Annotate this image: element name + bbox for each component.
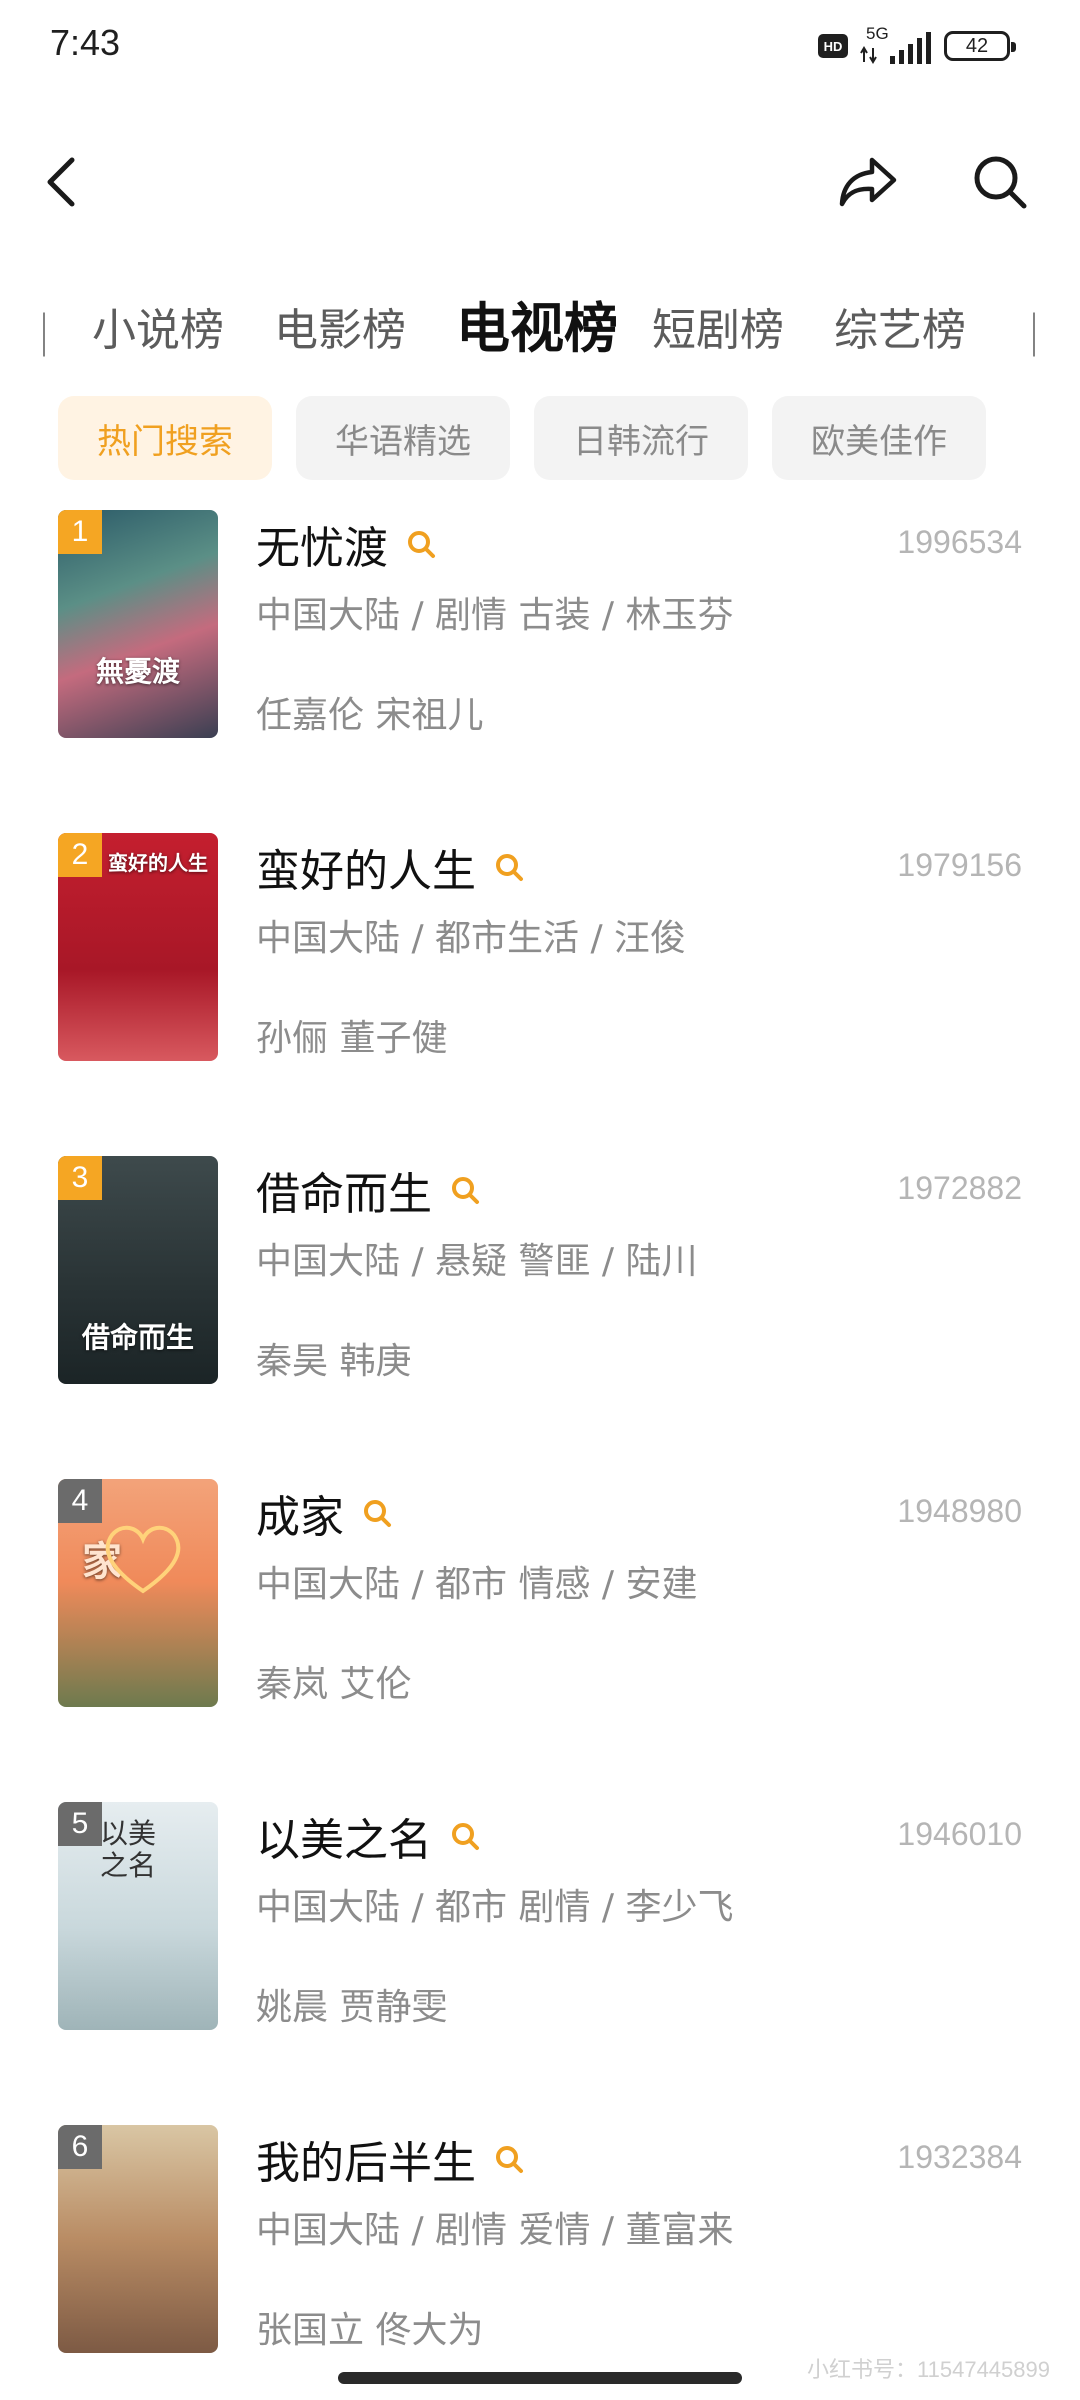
heat-score: 1996534	[897, 524, 1022, 560]
show-cast: 任嘉伦 宋祖儿	[256, 695, 484, 736]
poster-title: 以美之名	[99, 1817, 156, 1882]
back-button[interactable]	[30, 150, 94, 214]
status-bar: 7:43 HD 5G 42	[0, 0, 1080, 100]
show-title[interactable]: 借命而生	[256, 1158, 432, 1222]
poster-image[interactable]: 1 無憂渡	[58, 510, 218, 738]
tab-tv[interactable]: 电视榜	[456, 284, 618, 363]
list-item[interactable]: 4 家 成家 1948980 中国大陆 / 都市 情感 / 安建 秦岚 艾伦	[0, 1479, 1080, 1802]
poster-image[interactable]: 3 借命而生	[58, 1156, 218, 1384]
chip-japan-korea[interactable]: 日韩流行	[534, 396, 748, 480]
search-icon[interactable]	[494, 852, 524, 882]
rank-badge: 6	[58, 2125, 102, 2169]
title-row: 成家	[256, 1481, 392, 1545]
status-icons: HD 5G 42	[818, 24, 1016, 66]
search-icon[interactable]	[450, 1821, 480, 1851]
show-cast: 秦岚 艾伦	[256, 1664, 412, 1705]
rank-badge: 1	[58, 510, 102, 554]
heat-score: 1972882	[897, 1170, 1022, 1206]
tab-novels[interactable]: 小说榜	[92, 294, 224, 358]
show-meta: 中国大陆 / 剧情 爱情 / 董富来	[256, 2210, 734, 2251]
list-item[interactable]: 5 以美之名 以美之名 1946010 中国大陆 / 都市 剧情 / 李少飞 姚…	[0, 1802, 1080, 2125]
heat-score: 1932384	[897, 2139, 1022, 2175]
battery-icon: 42	[944, 31, 1016, 61]
title-row: 无忧渡	[256, 512, 436, 576]
share-icon	[839, 157, 897, 207]
search-icon[interactable]	[406, 529, 436, 559]
show-meta: 中国大陆 / 都市 情感 / 安建	[256, 1564, 698, 1605]
tab-short-drama[interactable]: 短剧榜	[652, 294, 784, 358]
rank-badge: 3	[58, 1156, 102, 1200]
rank-badge: 4	[58, 1479, 102, 1523]
show-title[interactable]: 无忧渡	[256, 512, 388, 576]
chip-western[interactable]: 欧美佳作	[772, 396, 986, 480]
chevron-left-icon	[47, 157, 75, 207]
home-indicator[interactable]	[338, 2372, 742, 2384]
share-button[interactable]	[836, 150, 900, 214]
poster-image[interactable]: 4 家	[58, 1479, 218, 1707]
title-row: 蛮好的人生	[256, 835, 524, 899]
search-icon[interactable]	[362, 1498, 392, 1528]
list-item[interactable]: 3 借命而生 借命而生 1972882 中国大陆 / 悬疑 警匪 / 陆川 秦昊…	[0, 1156, 1080, 1479]
poster-image[interactable]: 6	[58, 2125, 218, 2353]
chip-chinese[interactable]: 华语精选	[296, 396, 510, 480]
category-tabs: ｜ 小说榜 电影榜 电视榜 短剧榜 综艺榜 ｜	[0, 280, 1080, 370]
list-item[interactable]: 1 無憂渡 无忧渡 1996534 中国大陆 / 剧情 古装 / 林玉芬 任嘉伦…	[0, 510, 1080, 833]
tab-movies[interactable]: 电影榜	[274, 294, 406, 358]
search-icon[interactable]	[494, 2144, 524, 2174]
title-row: 我的后半生	[256, 2127, 524, 2191]
search-icon	[974, 156, 1027, 209]
tab-partial-left[interactable]: ｜	[22, 300, 66, 364]
show-cast: 秦昊 韩庚	[256, 1341, 412, 1382]
show-cast: 张国立 佟大为	[256, 2310, 484, 2351]
chip-hot-search[interactable]: 热门搜索	[58, 396, 272, 480]
tab-partial-right[interactable]: ｜	[1012, 300, 1056, 364]
show-cast: 孙俪 董子健	[256, 1018, 448, 1059]
poster-image[interactable]: 5 以美之名	[58, 1802, 218, 2030]
heat-score: 1948980	[897, 1493, 1022, 1529]
top-nav	[0, 130, 1080, 230]
show-meta: 中国大陆 / 都市 剧情 / 李少飞	[256, 1887, 734, 1928]
title-row: 以美之名	[256, 1804, 480, 1868]
heat-score: 1946010	[897, 1816, 1022, 1852]
search-icon[interactable]	[450, 1175, 480, 1205]
poster-title: 借命而生	[81, 1321, 194, 1354]
search-button[interactable]	[968, 150, 1032, 214]
status-time: 7:43	[50, 22, 121, 63]
show-meta: 中国大陆 / 都市生活 / 汪俊	[256, 918, 687, 959]
show-title[interactable]: 成家	[256, 1481, 344, 1545]
tab-variety[interactable]: 综艺榜	[834, 294, 966, 358]
show-meta: 中国大陆 / 悬疑 警匪 / 陆川	[256, 1241, 698, 1282]
ranking-list: 1 無憂渡 无忧渡 1996534 中国大陆 / 剧情 古装 / 林玉芬 任嘉伦…	[0, 510, 1080, 2400]
heart-icon	[105, 1525, 181, 1594]
poster-title: 蛮好的人生	[108, 851, 208, 875]
show-title[interactable]: 我的后半生	[256, 2127, 476, 2191]
show-title[interactable]: 以美之名	[256, 1804, 432, 1868]
show-meta: 中国大陆 / 剧情 古装 / 林玉芬	[256, 595, 734, 636]
watermark: 小红书号：11547445899	[807, 2357, 1050, 2382]
signal-icon: 5G	[860, 24, 932, 66]
battery-level: 42	[965, 34, 989, 57]
title-row: 借命而生	[256, 1158, 480, 1222]
show-cast: 姚晨 贾静雯	[256, 1987, 448, 2028]
rank-badge: 2	[58, 833, 102, 877]
show-title[interactable]: 蛮好的人生	[256, 835, 476, 899]
rank-badge: 5	[58, 1802, 102, 1846]
poster-title: 無憂渡	[95, 655, 180, 688]
list-item[interactable]: 2 蛮好的人生 蛮好的人生 1979156 中国大陆 / 都市生活 / 汪俊 孙…	[0, 833, 1080, 1156]
hd-badge: HD	[818, 34, 848, 58]
poster-image[interactable]: 2 蛮好的人生	[58, 833, 218, 1061]
filter-chips: 热门搜索 华语精选 日韩流行 欧美佳作	[58, 396, 986, 480]
heat-score: 1979156	[897, 847, 1022, 883]
